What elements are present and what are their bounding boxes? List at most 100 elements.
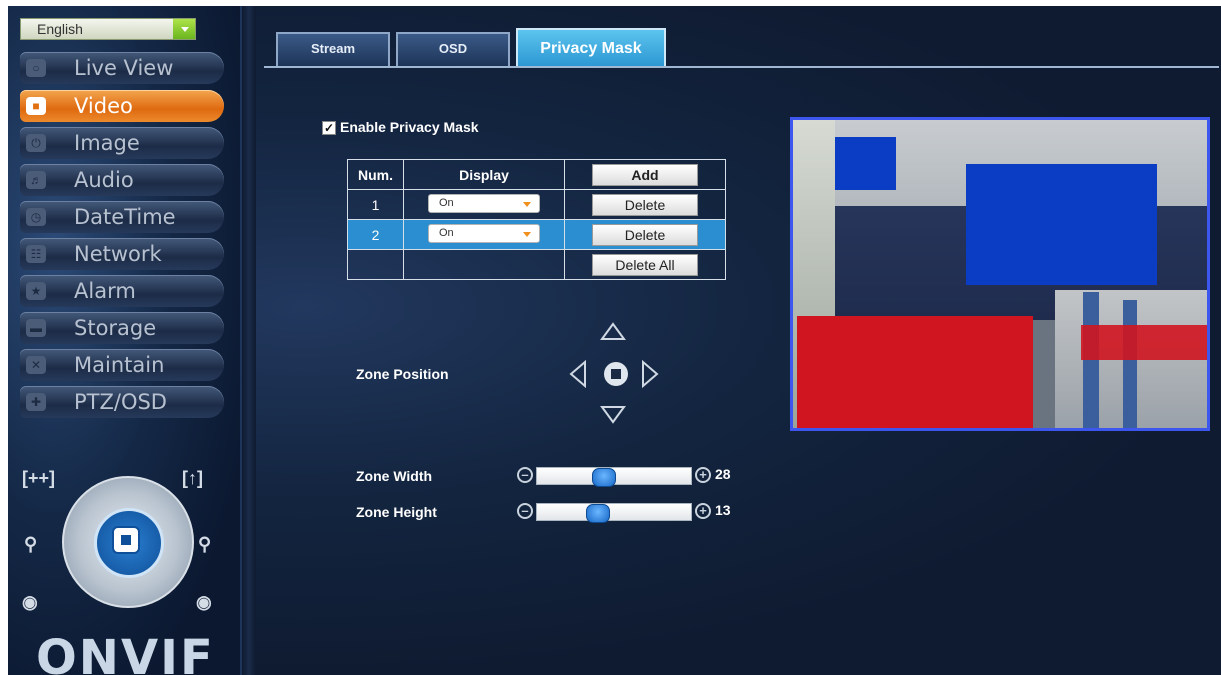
move-left-icon[interactable] xyxy=(568,360,588,388)
sidebar-item-live-view[interactable]: ○ Live View xyxy=(20,52,224,84)
chevron-down-icon xyxy=(523,231,531,237)
table-row: Delete All xyxy=(347,249,726,280)
language-select[interactable]: English xyxy=(20,18,196,40)
ptz-center-button[interactable] xyxy=(112,526,140,554)
storage-drive-icon: ▬ xyxy=(26,319,46,337)
sidebar-item-label: PTZ/OSD xyxy=(74,390,167,414)
display-select-value: On xyxy=(439,196,454,209)
zoom-in-icon[interactable]: ⚲ xyxy=(198,534,211,555)
sidebar-item-network[interactable]: ☷ Network xyxy=(20,238,224,270)
focus-far-icon[interactable]: ◉ xyxy=(196,592,212,613)
sidebar-item-label: Audio xyxy=(74,168,134,192)
zone-width-value: 28 xyxy=(715,466,731,482)
display-select-value: On xyxy=(439,226,454,239)
sidebar-item-audio[interactable]: ♬ Audio xyxy=(20,164,224,196)
zone-height-value: 13 xyxy=(715,502,731,518)
decrease-icon[interactable]: – xyxy=(517,467,533,483)
enable-privacy-mask-checkbox[interactable]: ✓ xyxy=(322,121,336,135)
column-header-action: Add xyxy=(564,159,726,190)
power-icon: ⏻ xyxy=(26,134,46,152)
sidebar-item-ptz-osd[interactable]: ✚ PTZ/OSD xyxy=(20,386,224,418)
increase-icon[interactable]: + xyxy=(695,503,711,519)
zoom-wide-icon[interactable]: [++] xyxy=(22,468,55,489)
table-header-row: Num. Display Add xyxy=(347,159,726,190)
sidebar-item-label: Alarm xyxy=(74,279,136,303)
tab-osd[interactable]: OSD xyxy=(396,32,510,66)
display-select[interactable]: On xyxy=(428,223,540,243)
sidebar-item-label: DateTime xyxy=(74,205,176,229)
display-select[interactable]: On xyxy=(428,193,540,213)
slider-track[interactable] xyxy=(536,503,692,523)
zoom-tele-icon[interactable]: [↑] xyxy=(182,468,203,489)
sidebar-item-video[interactable]: ■ Video xyxy=(20,90,224,122)
move-down-icon[interactable] xyxy=(600,404,626,424)
app-window: English ○ Live View ■ Video ⏻ Image ♬ Au… xyxy=(8,6,1221,675)
tab-underline xyxy=(264,66,1219,68)
video-preview[interactable] xyxy=(790,117,1210,431)
display-cell: On xyxy=(403,189,565,220)
tab-privacy-mask[interactable]: Privacy Mask xyxy=(516,28,666,68)
focus-near-icon[interactable]: ◉ xyxy=(22,592,38,613)
privacy-mask-table: Num. Display Add 1 On Delete 2 On Delete… xyxy=(347,159,726,280)
table-row-selected[interactable]: 2 On Delete xyxy=(347,219,726,250)
sidebar-item-maintain[interactable]: ✕ Maintain xyxy=(20,349,224,381)
column-header-display: Display xyxy=(403,159,565,190)
move-right-icon[interactable] xyxy=(640,360,660,388)
zone-position-label: Zone Position xyxy=(356,366,449,382)
row-num: 2 xyxy=(347,219,404,250)
clock-icon: ◷ xyxy=(26,208,46,226)
zoom-out-icon[interactable]: ⚲ xyxy=(24,534,37,555)
slider-track[interactable] xyxy=(536,467,692,487)
zone-height-label: Zone Height xyxy=(356,504,437,520)
delete-all-button[interactable]: Delete All xyxy=(592,253,698,276)
sidebar-item-alarm[interactable]: ★ Alarm xyxy=(20,275,224,307)
language-value: English xyxy=(37,21,83,37)
privacy-mask-zone-1[interactable] xyxy=(835,137,896,190)
sidebar-item-label: Storage xyxy=(74,316,157,340)
sidebar-item-storage[interactable]: ▬ Storage xyxy=(20,312,224,344)
sidebar-item-label: Video xyxy=(74,94,133,118)
action-cell: Delete All xyxy=(564,249,726,280)
tools-icon: ✕ xyxy=(26,356,46,374)
sidebar-item-label: Image xyxy=(74,131,140,155)
sidebar-item-datetime[interactable]: ◷ DateTime xyxy=(20,201,224,233)
onvif-logo: ONVIF xyxy=(36,630,215,675)
network-icon: ☷ xyxy=(26,245,46,263)
delete-button[interactable]: Delete xyxy=(592,223,698,246)
enable-privacy-mask-label: Enable Privacy Mask xyxy=(340,119,479,135)
alarm-star-icon: ★ xyxy=(26,282,46,300)
add-button[interactable]: Add xyxy=(592,163,698,186)
chevron-down-icon xyxy=(523,201,531,207)
row-num: 1 xyxy=(347,189,404,220)
increase-icon[interactable]: + xyxy=(695,467,711,483)
zone-width-slider[interactable]: – + 28 xyxy=(517,466,731,487)
ptz-arrows-icon: ✚ xyxy=(26,393,46,411)
sidebar-item-label: Maintain xyxy=(74,353,165,377)
sidebar: English ○ Live View ■ Video ⏻ Image ♬ Au… xyxy=(8,6,242,675)
sidebar-item-label: Live View xyxy=(74,56,174,80)
action-cell: Delete xyxy=(564,189,726,220)
delete-button[interactable]: Delete xyxy=(592,193,698,216)
main-panel: Stream OSD Privacy Mask ✓ Enable Privacy… xyxy=(256,6,1221,675)
scene-red-panel xyxy=(797,316,1033,428)
video-camera-icon: ■ xyxy=(26,97,46,115)
slider-thumb[interactable] xyxy=(592,468,616,487)
display-cell: On xyxy=(403,219,565,250)
tab-stream[interactable]: Stream xyxy=(276,32,390,66)
table-row[interactable]: 1 On Delete xyxy=(347,189,726,220)
zone-width-label: Zone Width xyxy=(356,468,433,484)
slider-thumb[interactable] xyxy=(586,504,610,523)
center-stop-icon[interactable] xyxy=(602,360,630,388)
move-up-icon[interactable] xyxy=(600,322,626,342)
column-header-num: Num. xyxy=(347,159,404,190)
privacy-mask-zone-2[interactable] xyxy=(966,164,1157,285)
zone-height-slider[interactable]: – + 13 xyxy=(517,502,731,523)
sidebar-item-label: Network xyxy=(74,242,162,266)
action-cell: Delete xyxy=(564,219,726,250)
chat-bubble-icon: ○ xyxy=(26,59,46,77)
scene-red-panel xyxy=(1081,325,1207,360)
chevron-down-icon[interactable] xyxy=(173,19,195,39)
empty-cell xyxy=(403,249,565,280)
sidebar-item-image[interactable]: ⏻ Image xyxy=(20,127,224,159)
decrease-icon[interactable]: – xyxy=(517,503,533,519)
